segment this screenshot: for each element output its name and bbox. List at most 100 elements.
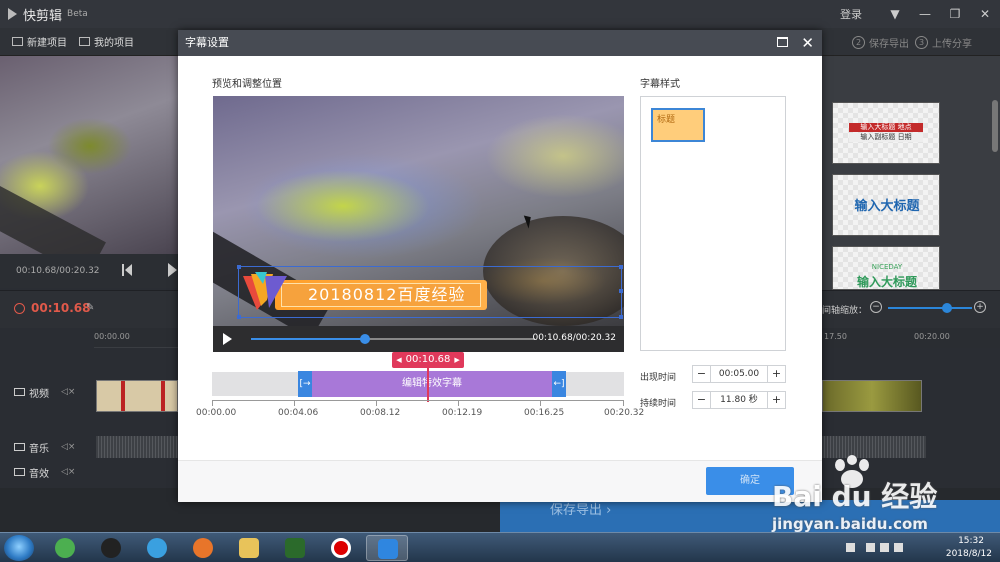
resize-handle-tl[interactable] bbox=[237, 265, 241, 269]
main-play-icon[interactable] bbox=[168, 263, 177, 277]
video-clip-thumbnails-right[interactable] bbox=[822, 380, 922, 412]
video-track-label: 视频 bbox=[29, 388, 49, 400]
keyboard-icon[interactable] bbox=[846, 543, 855, 552]
template-1-subtitle: 输入副标题 日期 bbox=[849, 133, 923, 142]
green-app-icon bbox=[285, 538, 305, 558]
dialog-close-icon[interactable]: ✕ bbox=[801, 32, 814, 54]
music-mute-icon[interactable]: ◁× bbox=[61, 442, 75, 452]
ruler-end-label: 00:20.00 bbox=[914, 332, 950, 341]
confirm-button[interactable]: 确定 bbox=[706, 467, 794, 495]
app-logo-icon bbox=[8, 8, 17, 20]
taskbar-360-browser[interactable] bbox=[44, 535, 86, 561]
save-export-button[interactable]: 保存导出 › bbox=[500, 500, 1000, 532]
dialog-play-icon[interactable] bbox=[223, 333, 232, 345]
login-link[interactable]: 登录 bbox=[840, 6, 862, 22]
subtitle-template-3[interactable]: NICEDAY 输入大标题 bbox=[832, 246, 940, 290]
video-mute-icon[interactable]: ◁× bbox=[61, 387, 75, 397]
style-item-title[interactable]: 标题 bbox=[651, 108, 705, 142]
timeline-current-time: 00:10.68 bbox=[31, 301, 91, 315]
edit-effect-subtitle-label: 编辑特效字幕 bbox=[402, 378, 462, 389]
folder-explorer-icon bbox=[239, 538, 259, 558]
zoom-slider-track[interactable] bbox=[888, 307, 972, 309]
step-save-export[interactable]: 保存导出 bbox=[869, 35, 909, 50]
edit-time-icon[interactable]: ✎ bbox=[86, 302, 94, 313]
workflow-steps: 2 保存导出 3 上传分享 bbox=[846, 28, 972, 56]
new-project-button[interactable]: 新建项目 bbox=[12, 34, 67, 49]
my-projects-button[interactable]: 我的项目 bbox=[79, 34, 134, 49]
template-3-title: 输入大标题 bbox=[856, 275, 917, 289]
music-waveform-right[interactable] bbox=[822, 436, 926, 458]
clip-end-handle[interactable]: ←] bbox=[552, 371, 566, 397]
playhead-right-arrow-icon[interactable]: ▶ bbox=[454, 356, 459, 364]
playhead-time-tag[interactable]: ◀ 00:10.68 ▶ bbox=[392, 352, 464, 368]
subtitle-template-1[interactable]: 输入大标题 地点 输入副标题 日期 bbox=[832, 102, 940, 164]
step-upload-share[interactable]: 上传分享 bbox=[932, 35, 972, 50]
sfx-track-label: 音效 bbox=[29, 468, 49, 480]
resize-handle-br[interactable] bbox=[619, 315, 623, 319]
taskbar-firefox[interactable] bbox=[182, 535, 224, 561]
qq-icon bbox=[101, 538, 121, 558]
taskbar-qq[interactable] bbox=[90, 535, 132, 561]
zoom-out-button[interactable]: − bbox=[870, 301, 882, 313]
volume-icon[interactable] bbox=[894, 543, 903, 552]
subtitle-clip-bar[interactable]: [→ 编辑特效字幕 ←] bbox=[298, 371, 566, 397]
playhead-left-arrow-icon[interactable]: ◀ bbox=[396, 356, 401, 364]
media-player-icon bbox=[147, 538, 167, 558]
taskbar-media-player[interactable] bbox=[136, 535, 178, 561]
zoom-slider-knob[interactable] bbox=[941, 303, 952, 313]
duration-minus[interactable]: − bbox=[693, 392, 711, 408]
music-track-icon bbox=[14, 443, 25, 451]
usb-icon[interactable] bbox=[866, 543, 875, 552]
taskbar-recorder[interactable] bbox=[320, 535, 362, 561]
ruler-tick bbox=[294, 401, 295, 406]
new-project-icon bbox=[12, 37, 23, 46]
taskbar-time[interactable]: 15:32 bbox=[958, 536, 984, 546]
dialog-progress-knob[interactable] bbox=[359, 334, 370, 344]
subtitle-style-list: 标题 bbox=[640, 96, 786, 351]
resize-handle-bl[interactable] bbox=[237, 315, 241, 319]
subtitle-text: 20180812百度经验 bbox=[281, 283, 481, 307]
start-button[interactable] bbox=[4, 535, 34, 561]
appear-time-minus[interactable]: − bbox=[693, 366, 711, 382]
main-video-preview bbox=[0, 56, 178, 254]
zoom-in-button[interactable]: + bbox=[974, 301, 986, 313]
new-project-label: 新建项目 bbox=[27, 38, 67, 49]
dialog-player-time: 00:10.68/00:20.32 bbox=[532, 333, 616, 343]
taskbar-explorer[interactable] bbox=[228, 535, 270, 561]
ruler-mid-label: 17.50 bbox=[824, 332, 847, 341]
clock-icon bbox=[14, 303, 25, 314]
sfx-mute-icon[interactable]: ◁× bbox=[61, 467, 75, 477]
taskbar-date[interactable]: 2018/8/12 bbox=[946, 549, 992, 559]
template-3-tag: NICEDAY bbox=[871, 263, 903, 271]
subtitle-preview-video[interactable]: 20180812百度经验 bbox=[213, 96, 624, 326]
menu-dropdown-icon[interactable]: ▼ bbox=[880, 7, 910, 21]
taskbar-app-green[interactable] bbox=[274, 535, 316, 561]
taskbar-kuaijianji[interactable] bbox=[366, 535, 408, 561]
duration-plus[interactable]: + bbox=[767, 392, 785, 408]
playhead-line[interactable] bbox=[427, 368, 429, 402]
zoom-label: 间轴缩放： bbox=[822, 306, 868, 316]
template-scrollbar[interactable] bbox=[992, 100, 998, 152]
duration-input[interactable]: 11.80 秒 bbox=[711, 392, 767, 408]
appear-time-plus[interactable]: + bbox=[767, 366, 785, 382]
appear-time-input[interactable]: 00:05.00 bbox=[711, 366, 767, 382]
ruler-tick bbox=[376, 401, 377, 406]
network-icon[interactable] bbox=[880, 543, 889, 552]
kuaijianji-icon bbox=[378, 539, 398, 559]
close-button[interactable]: ✕ bbox=[970, 7, 1000, 21]
style-section-label: 字幕样式 bbox=[640, 79, 680, 90]
template-2-title: 输入大标题 bbox=[854, 199, 920, 214]
resize-handle-tr[interactable] bbox=[619, 265, 623, 269]
video-clip-thumbnails[interactable] bbox=[96, 380, 178, 412]
clip-start-handle[interactable]: [→ bbox=[298, 371, 312, 397]
dialog-maximize-icon[interactable] bbox=[777, 37, 788, 47]
music-waveform[interactable] bbox=[96, 436, 178, 458]
duration-label: 持续时间 bbox=[640, 399, 677, 409]
previous-frame-icon[interactable] bbox=[122, 264, 132, 276]
resize-handle-r[interactable] bbox=[619, 289, 623, 293]
windows-taskbar: 15:32 2018/8/12 bbox=[0, 532, 1000, 562]
maximize-button[interactable]: ❐ bbox=[940, 7, 970, 21]
subtitle-banner: 20180812百度经验 bbox=[275, 280, 487, 310]
subtitle-template-2[interactable]: 输入大标题 bbox=[832, 174, 940, 236]
minimize-button[interactable]: — bbox=[910, 7, 940, 21]
